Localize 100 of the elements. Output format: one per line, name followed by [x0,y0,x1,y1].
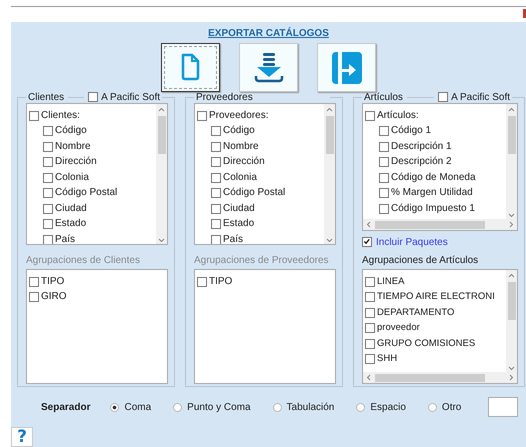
list-item[interactable]: DEPARTAMENTO [377,306,454,318]
toolbar-button[interactable] [161,43,220,92]
checkbox[interactable] [43,234,53,244]
checkbox[interactable] [365,323,375,333]
checkbox[interactable] [365,276,375,286]
list-label: Agrupaciones de Artículos [362,255,480,268]
list-item[interactable]: Código Postal [223,186,286,199]
checkbox[interactable] [379,204,389,214]
checkbox[interactable] [211,157,221,167]
list-item[interactable]: Estado [223,217,254,230]
scrollbar-thumb[interactable] [158,116,166,154]
list-item[interactable]: Artículos: [377,108,419,122]
export-catalogs-link[interactable]: EXPORTAR CATÁLOGOS [208,28,329,39]
checkbox[interactable] [438,92,448,102]
radio-button[interactable] [173,402,182,412]
checkbox[interactable] [43,204,53,214]
list-item[interactable]: Dirección [55,155,97,168]
scrollbar-thumb[interactable] [375,374,485,382]
checkbox[interactable] [43,188,53,198]
help-button[interactable]: ? [11,427,33,447]
other-separator-field[interactable] [488,397,518,417]
checkbox[interactable] [211,188,221,198]
checkbox[interactable] [379,157,389,167]
group-title: Artículos [364,92,403,103]
download-icon [254,52,284,83]
radio-button[interactable] [356,402,366,412]
radio-button[interactable] [272,402,282,412]
radio-label[interactable]: Otro [442,402,462,412]
list-item[interactable]: Código [223,124,255,137]
list-item[interactable]: Clientes: [41,108,80,122]
list-item[interactable]: País [223,232,244,244]
checkbox[interactable] [88,92,98,102]
list-item[interactable]: proveedor [377,321,420,334]
checkbox[interactable] [211,204,221,214]
list-item[interactable]: Nombre [223,140,259,152]
exit-door-icon [330,50,362,84]
group-title: Clientes [28,92,64,103]
list-item[interactable]: Colonia [55,170,89,184]
checkbox[interactable] [43,219,53,229]
vertical-scrollbar[interactable] [156,104,167,244]
radio-label[interactable]: Coma [124,402,152,412]
checkbox[interactable] [379,142,389,152]
checkbox[interactable] [365,308,375,318]
checkbox[interactable] [379,188,389,198]
list-item[interactable]: Descripción 1 [391,140,452,152]
checkbox[interactable] [211,126,221,136]
scrollbar-thumb[interactable] [508,282,516,320]
checkbox[interactable] [365,338,375,348]
checkbox[interactable] [211,142,221,152]
list-item[interactable]: Ciudad [55,202,87,214]
list-item[interactable]: Estado [55,217,86,230]
checkbox-label[interactable]: Incluir Paquetes [376,236,448,248]
list-item[interactable]: País [55,232,76,244]
horizontal-scrollbar[interactable] [363,219,517,230]
checkbox[interactable] [362,236,372,246]
vertical-scrollbar[interactable] [506,270,517,372]
list-item[interactable]: Código 1 [391,124,432,137]
vertical-scrollbar[interactable] [324,104,335,244]
separator-label: Separador [41,402,90,412]
radio-button[interactable] [428,402,437,412]
checkbox[interactable] [365,354,375,364]
checkbox[interactable] [197,110,207,120]
list-item[interactable]: Proveedores: [209,108,268,122]
radio-label[interactable]: Espacio [370,402,406,412]
list-item[interactable]: % Margen Utilidad [391,186,473,199]
scrollbar-thumb[interactable] [326,116,334,154]
checkbox[interactable] [211,219,221,229]
list-item[interactable]: Dirección [223,155,265,168]
list-label: Agrupaciones de Clientes [26,255,141,268]
checkbox[interactable] [29,110,39,120]
list-item[interactable]: TIEMPO AIRE ELECTRONI [377,290,495,303]
group-title: Proveedores [196,92,253,103]
checkbox[interactable] [43,172,53,182]
scrollbar-thumb[interactable] [508,116,516,154]
list-item[interactable]: Descripción 2 [391,155,452,168]
list-item[interactable]: GRUPO COMISIONES [377,336,476,350]
list-item[interactable]: LINEA [377,274,404,288]
checkbox[interactable] [43,142,53,152]
horizontal-scrollbar[interactable] [363,372,517,383]
checkbox[interactable] [43,157,53,167]
vertical-scrollbar[interactable] [506,104,517,219]
checkbox[interactable] [379,126,389,136]
list-item[interactable]: Código [55,124,87,137]
radio-button[interactable] [110,402,120,412]
list-item[interactable]: Código Impuesto 1 [391,202,475,214]
list-item[interactable]: Código Postal [55,186,118,199]
list-item[interactable]: SHH [377,352,398,365]
scrollbar-thumb[interactable] [375,220,485,228]
radio-label[interactable]: Tabulación [286,402,334,412]
checkbox[interactable] [43,126,53,136]
checkbox[interactable] [211,234,221,244]
radio-label[interactable]: Punto y Coma [187,402,251,412]
checkbox[interactable] [211,172,221,182]
list-item[interactable]: Nombre [55,140,91,152]
list-item[interactable]: Código de Moneda [391,170,476,184]
checkbox[interactable] [365,110,375,120]
checkbox[interactable] [379,172,389,182]
list-item[interactable]: Ciudad [223,202,255,214]
list-item[interactable]: Colonia [223,170,257,184]
checkbox[interactable] [365,292,375,302]
